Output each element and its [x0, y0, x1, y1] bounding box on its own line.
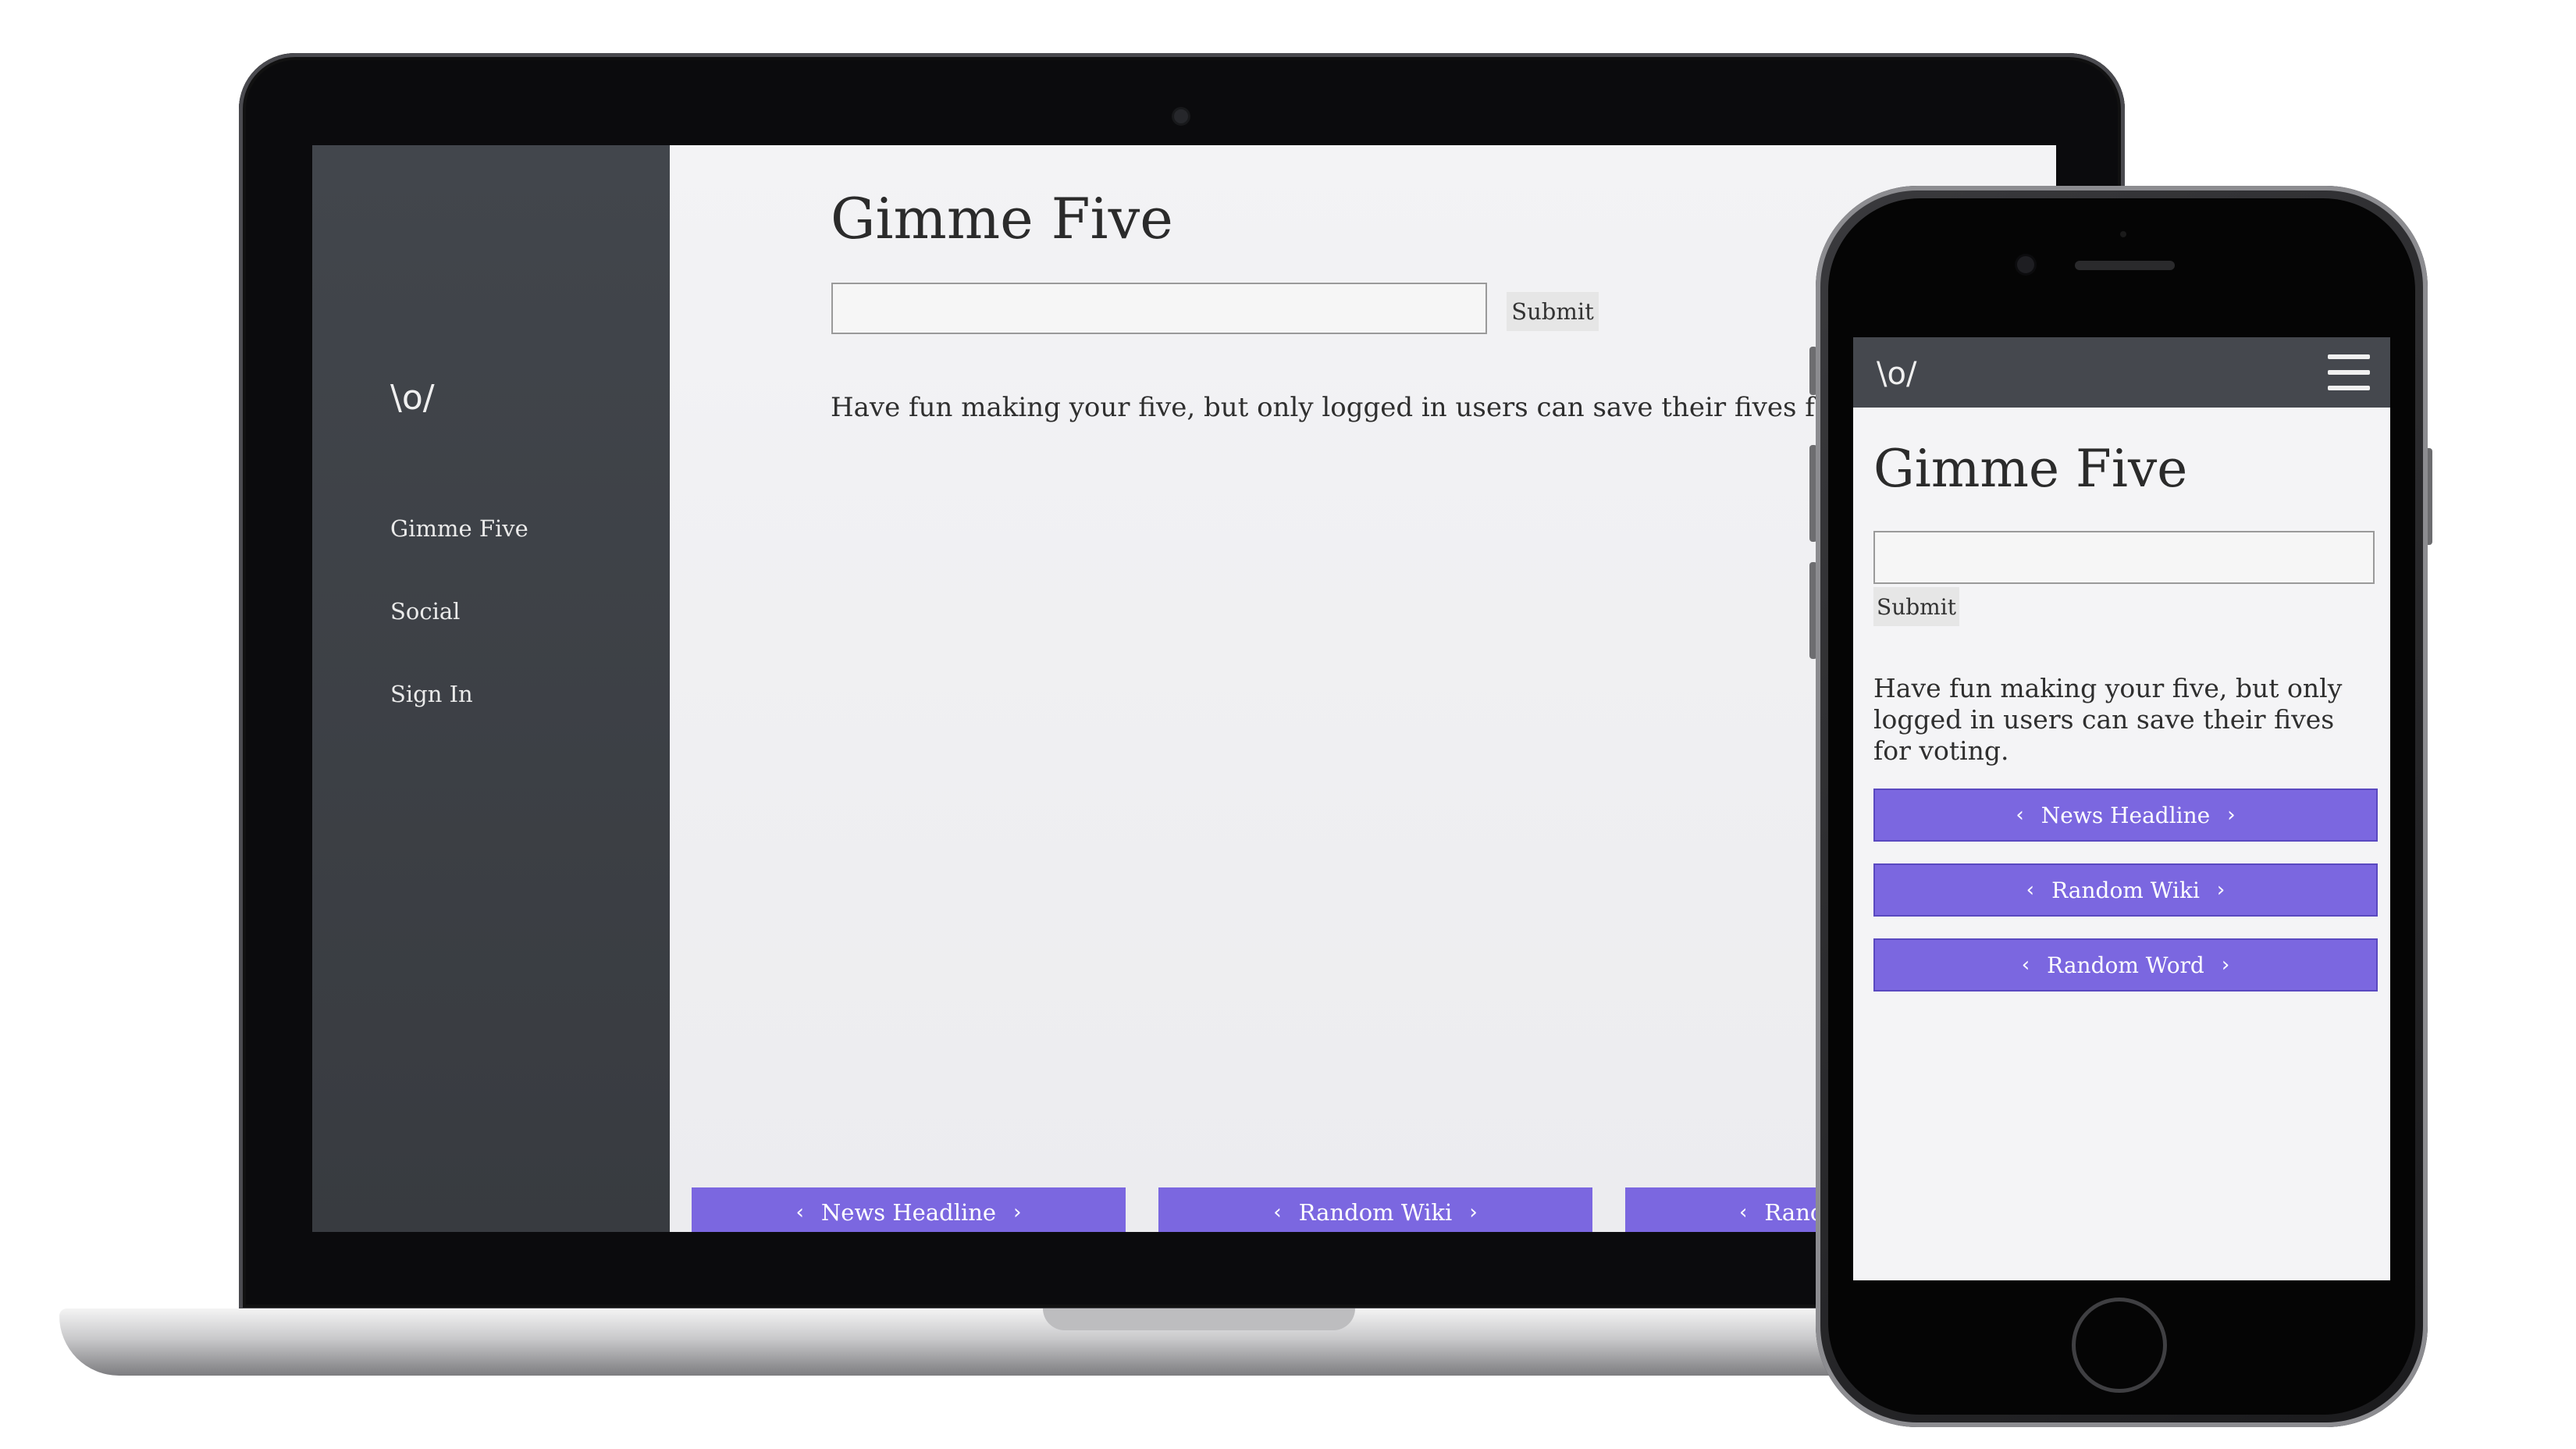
random-wiki-button[interactable]: ‹ Random Wiki › — [1158, 1187, 1592, 1232]
chevron-right-icon[interactable]: › — [1013, 1201, 1021, 1224]
sidebar-item-social[interactable]: Social — [390, 598, 460, 625]
hamburger-menu-icon[interactable] — [2328, 354, 2370, 390]
chevron-left-icon[interactable]: ‹ — [1273, 1201, 1281, 1224]
chevron-right-icon[interactable]: › — [2227, 803, 2235, 827]
phone-page-title: Gimme Five — [1873, 439, 2188, 499]
chevron-left-icon[interactable]: ‹ — [2016, 803, 2023, 827]
phone-five-input[interactable] — [1873, 531, 2375, 584]
chevron-left-icon[interactable]: ‹ — [1739, 1201, 1747, 1224]
phone-random-word-label: Random Word — [2047, 952, 2204, 978]
phone-screen: \o/ Gimme Five Submit Have fun making yo… — [1853, 337, 2390, 1280]
chevron-right-icon[interactable]: › — [1469, 1201, 1477, 1224]
phone-camera — [2017, 256, 2034, 273]
phone-info-message: Have fun making your five, but only logg… — [1873, 673, 2343, 766]
info-message: Have fun making your five, but only logg… — [831, 392, 1867, 423]
page-title: Gimme Five — [831, 186, 1173, 251]
laptop-camera — [1174, 109, 1188, 123]
sidebar: \o/ Gimme Five Social Sign In — [312, 145, 670, 1232]
laptop-screen: \o/ Gimme Five Social Sign In Gimme Five… — [312, 145, 2056, 1232]
phone-random-wiki-label: Random Wiki — [2051, 877, 2200, 903]
news-headline-button[interactable]: ‹ News Headline › — [692, 1187, 1126, 1232]
phone-random-word-button[interactable]: ‹ Random Word › — [1873, 938, 2378, 992]
five-input[interactable] — [831, 283, 1487, 334]
phone-random-wiki-button[interactable]: ‹ Random Wiki › — [1873, 863, 2378, 917]
submit-button[interactable]: Submit — [1507, 292, 1599, 331]
random-wiki-label: Random Wiki — [1298, 1199, 1453, 1226]
phone-topbar: \o/ — [1853, 337, 2390, 408]
laptop-notch — [1043, 1308, 1355, 1330]
chevron-left-icon[interactable]: ‹ — [2026, 878, 2034, 902]
phone-speaker — [2075, 261, 2175, 270]
phone-submit-button[interactable]: Submit — [1873, 587, 1959, 626]
news-headline-label: News Headline — [820, 1199, 997, 1226]
phone-news-headline-button[interactable]: ‹ News Headline › — [1873, 789, 2378, 842]
phone-logo[interactable]: \o/ — [1877, 356, 1916, 392]
laptop-base — [59, 1308, 1995, 1376]
sidebar-item-sign-in[interactable]: Sign In — [390, 681, 473, 707]
sidebar-logo[interactable]: \o/ — [390, 378, 435, 418]
phone-news-headline-label: News Headline — [2041, 802, 2211, 828]
phone-home-button[interactable] — [2072, 1298, 2167, 1393]
sidebar-item-gimme-five[interactable]: Gimme Five — [390, 515, 528, 542]
chevron-left-icon[interactable]: ‹ — [796, 1201, 804, 1224]
chevron-right-icon[interactable]: › — [2222, 953, 2229, 977]
chevron-right-icon[interactable]: › — [2217, 878, 2225, 902]
chevron-left-icon[interactable]: ‹ — [2022, 953, 2030, 977]
phone-sensor — [2120, 231, 2126, 237]
